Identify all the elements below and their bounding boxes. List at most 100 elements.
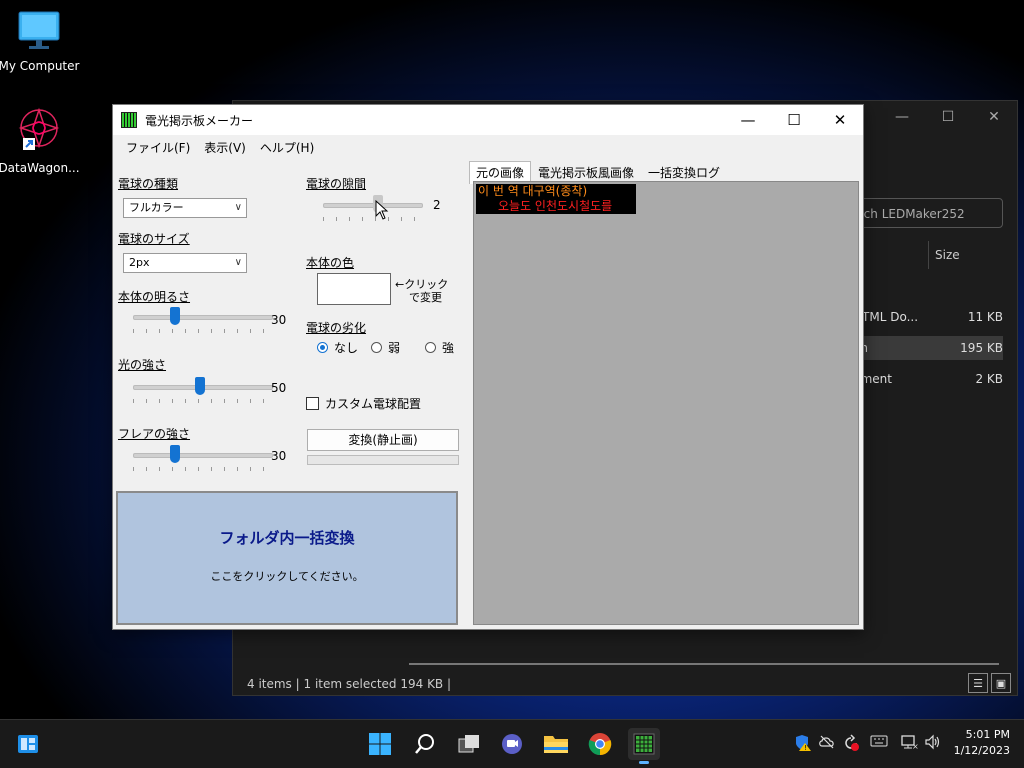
- svg-text:×: ×: [912, 742, 918, 750]
- led-sign-line2: 오늘도 인천도시철도를: [498, 199, 613, 213]
- led-maker-icon[interactable]: [628, 728, 660, 764]
- search-icon[interactable]: [409, 728, 441, 760]
- widgets-icon[interactable]: [12, 728, 44, 760]
- bulb-gap-value: 2: [433, 198, 441, 212]
- chevron-down-icon: ∨: [234, 202, 242, 213]
- bulb-gap-slider[interactable]: [323, 193, 423, 223]
- clock-time: 5:01 PM: [965, 728, 1010, 741]
- minimize-icon[interactable]: —: [725, 105, 771, 135]
- slider-thumb[interactable]: [195, 377, 205, 395]
- body-brightness-value: 30: [271, 313, 287, 327]
- convert-button[interactable]: 変換(静止画): [307, 429, 459, 451]
- body-color-label: 本体の色: [306, 256, 355, 270]
- column-header-size[interactable]: Size: [928, 241, 1008, 269]
- batch-convert-panel[interactable]: フォルダ内一括変換 ここをクリックしてください。: [116, 491, 458, 625]
- radio-icon: [425, 342, 436, 353]
- body-brightness-label: 本体の明るさ: [118, 290, 191, 304]
- bulb-type-label: 電球の種類: [118, 177, 179, 191]
- radio-selected-icon: [317, 342, 328, 353]
- slider-thumb[interactable]: [170, 445, 180, 463]
- tiles-view-icon[interactable]: ▣: [991, 673, 1011, 693]
- selection-info: 1 item selected 194 KB: [303, 677, 444, 691]
- file-explorer-icon[interactable]: [540, 728, 572, 760]
- body-color-swatch[interactable]: [317, 273, 391, 305]
- svg-text:!: !: [804, 744, 807, 752]
- close-icon[interactable]: ✕: [817, 105, 863, 135]
- view-toggle: ☰ ▣: [968, 673, 1011, 693]
- monitor-icon: [0, 10, 82, 55]
- update-icon[interactable]: [842, 734, 860, 756]
- desktop-icon-label: DataWagon...: [0, 161, 80, 175]
- windows-start-icon[interactable]: [364, 728, 396, 760]
- horizontal-scrollbar[interactable]: [409, 663, 999, 665]
- flare-strength-slider[interactable]: [133, 443, 273, 473]
- led-maker-icon: [121, 112, 137, 128]
- explorer-window-controls: — ☐ ✕: [879, 101, 1017, 133]
- file-size: 11 KB: [967, 310, 1003, 324]
- file-size: 2 KB: [975, 372, 1003, 386]
- chat-icon[interactable]: [496, 728, 528, 760]
- maximize-icon[interactable]: ☐: [771, 105, 817, 135]
- slider-thumb[interactable]: [170, 307, 180, 325]
- degrade-strong-radio[interactable]: 強: [425, 339, 454, 356]
- batch-convert-title: フォルダ内一括変換: [219, 529, 355, 547]
- custom-layout-checkbox[interactable]: カスタム電球配置: [306, 395, 421, 412]
- file-row[interactable]: ument 2 KB: [853, 367, 1003, 391]
- radio-icon: [371, 342, 382, 353]
- explorer-status-bar: 4 items | 1 item selected 194 KB |: [247, 677, 452, 691]
- degrade-none-radio[interactable]: なし: [317, 339, 358, 356]
- led-sign-line1: 이 번 역 대구역(종착): [478, 184, 588, 198]
- checkbox-icon: [306, 397, 319, 410]
- window-controls: — ☐ ✕: [725, 105, 863, 135]
- title-bar[interactable]: 電光掲示板メーカー — ☐ ✕: [113, 105, 863, 135]
- chrome-icon[interactable]: [584, 728, 616, 760]
- system-clock[interactable]: 5:01 PM 1/12/2023: [954, 727, 1010, 759]
- clock-date: 1/12/2023: [953, 744, 1010, 757]
- desktop-icon-label: My Computer: [0, 59, 80, 73]
- light-strength-slider[interactable]: [133, 375, 273, 405]
- close-icon[interactable]: ✕: [971, 101, 1017, 133]
- task-view-icon[interactable]: [453, 728, 485, 760]
- details-view-icon[interactable]: ☰: [968, 673, 988, 693]
- minimize-icon[interactable]: —: [879, 101, 925, 133]
- bulb-gap-label: 電球の隙間: [306, 177, 367, 191]
- bulb-degrade-label: 電球の劣化: [306, 321, 367, 335]
- bulb-size-label: 電球のサイズ: [118, 232, 190, 246]
- network-icon[interactable]: ×: [900, 734, 919, 754]
- window-title: 電光掲示板メーカー: [145, 113, 254, 128]
- bulb-type-select[interactable]: フルカラー ∨: [123, 198, 247, 218]
- led-sign-image: 이 번 역 대구역(종착) 오늘도 인천도시철도를: [476, 184, 636, 214]
- item-count: 4 items: [247, 677, 292, 691]
- flare-strength-label: フレアの強さ: [118, 427, 191, 441]
- mouse-cursor-icon: [375, 199, 389, 223]
- active-app-indicator: [639, 761, 649, 764]
- taskbar: ! × 5:01 PM 1/12/2023: [0, 719, 1024, 768]
- file-row-selected[interactable]: on 195 KB: [853, 336, 1003, 360]
- datawagon-shortcut-icon: [0, 106, 82, 157]
- onedrive-icon[interactable]: [818, 734, 836, 754]
- desktop-icon-datawagon[interactable]: DataWagon...: [0, 106, 82, 175]
- maximize-icon[interactable]: ☐: [925, 101, 971, 133]
- volume-icon[interactable]: [924, 734, 942, 754]
- chevron-down-icon: ∨: [234, 257, 242, 268]
- menu-view[interactable]: 表示(V): [197, 139, 253, 156]
- bulb-size-select[interactable]: 2px ∨: [123, 253, 247, 273]
- menu-bar: ファイル(F) 表示(V) ヘルプ(H): [113, 135, 863, 159]
- body-brightness-slider[interactable]: [133, 305, 273, 335]
- keyboard-icon[interactable]: [870, 734, 888, 752]
- file-row[interactable]: HTML Do... 11 KB: [853, 305, 1003, 329]
- degrade-weak-radio[interactable]: 弱: [371, 339, 400, 356]
- explorer-search-input[interactable]: rch LEDMaker252: [858, 198, 1003, 228]
- desktop-icon-my-computer[interactable]: My Computer: [0, 10, 82, 73]
- convert-progress-bar: [307, 455, 459, 465]
- led-maker-window: 電光掲示板メーカー — ☐ ✕ ファイル(F) 表示(V) ヘルプ(H) 電球の…: [112, 104, 864, 630]
- menu-help[interactable]: ヘルプ(H): [253, 139, 321, 156]
- body-color-hint: ←クリック で変更: [395, 278, 449, 304]
- file-size: 195 KB: [960, 341, 1003, 355]
- image-preview-area: 이 번 역 대구역(종착) 오늘도 인천도시철도를: [473, 181, 859, 625]
- security-warning-icon[interactable]: !: [794, 734, 812, 756]
- light-strength-value: 50: [271, 381, 287, 395]
- menu-file[interactable]: ファイル(F): [119, 139, 197, 156]
- light-strength-label: 光の強さ: [118, 358, 167, 372]
- flare-strength-value: 30: [271, 449, 287, 463]
